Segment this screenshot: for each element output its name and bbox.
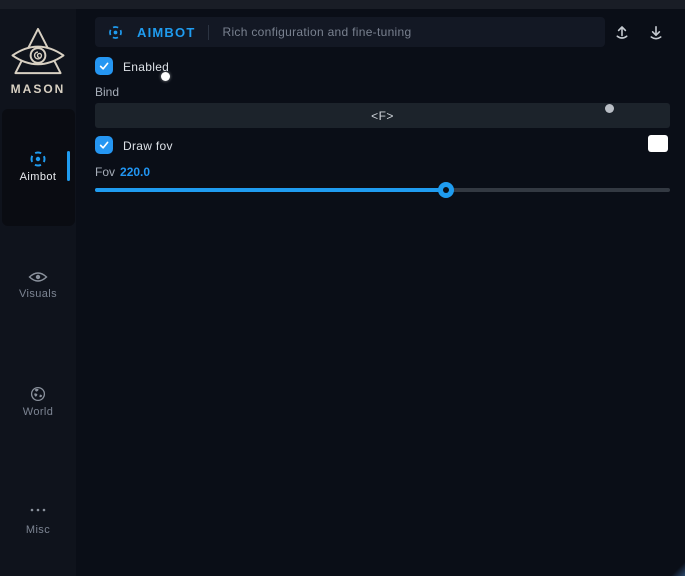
page-subtitle: Rich configuration and fine-tuning xyxy=(222,25,411,39)
download-config-button[interactable] xyxy=(645,21,667,43)
indicator-dot xyxy=(605,104,614,113)
fov-label-row: Fov 220.0 xyxy=(95,165,150,179)
eye-icon xyxy=(0,270,76,284)
sidebar-item-misc[interactable] xyxy=(0,463,76,576)
crosshair-icon xyxy=(0,149,76,169)
sidebar-item-label: Visuals xyxy=(0,288,76,300)
app-window: MASON Aimbot Visuals xyxy=(0,0,685,576)
header-divider xyxy=(208,25,209,40)
sidebar-item-label: World xyxy=(0,406,76,418)
ellipsis-icon xyxy=(0,507,76,513)
page-title: AIMBOT xyxy=(137,25,195,40)
fov-label: Fov xyxy=(95,165,115,179)
slider-fill xyxy=(95,188,446,192)
upload-icon xyxy=(612,22,632,42)
checkmark-icon xyxy=(98,60,110,72)
upload-config-button[interactable] xyxy=(611,21,633,43)
sidebar-item-label: Aimbot xyxy=(0,171,76,183)
brand-text: MASON xyxy=(0,82,76,96)
slider-thumb[interactable] xyxy=(438,182,454,198)
window-top-strip xyxy=(0,0,685,9)
enabled-checkbox[interactable] xyxy=(95,57,113,75)
sidebar-item-world[interactable] xyxy=(0,345,76,462)
bind-key-value: <F> xyxy=(371,109,394,123)
corner-accent xyxy=(669,560,685,576)
crosshair-icon xyxy=(107,24,124,41)
page-header: AIMBOT Rich configuration and fine-tunin… xyxy=(95,17,605,47)
cursor-dot xyxy=(161,72,170,81)
active-indicator-bar xyxy=(67,151,70,181)
bind-key-input[interactable]: <F> xyxy=(95,103,670,128)
draw-fov-checkbox[interactable] xyxy=(95,136,113,154)
bind-label: Bind xyxy=(95,85,119,99)
sidebar: MASON Aimbot Visuals xyxy=(0,9,76,576)
globe-icon xyxy=(0,386,76,402)
sidebar-item-visuals[interactable] xyxy=(0,227,76,344)
download-icon xyxy=(646,22,666,42)
checkmark-icon xyxy=(98,139,110,151)
fov-color-swatch[interactable] xyxy=(648,135,668,152)
fov-slider[interactable] xyxy=(95,182,670,198)
fov-value: 220.0 xyxy=(120,165,150,179)
mason-eye-pyramid-logo xyxy=(10,26,66,79)
sidebar-item-label: Misc xyxy=(0,524,76,536)
draw-fov-label: Draw fov xyxy=(123,139,173,153)
